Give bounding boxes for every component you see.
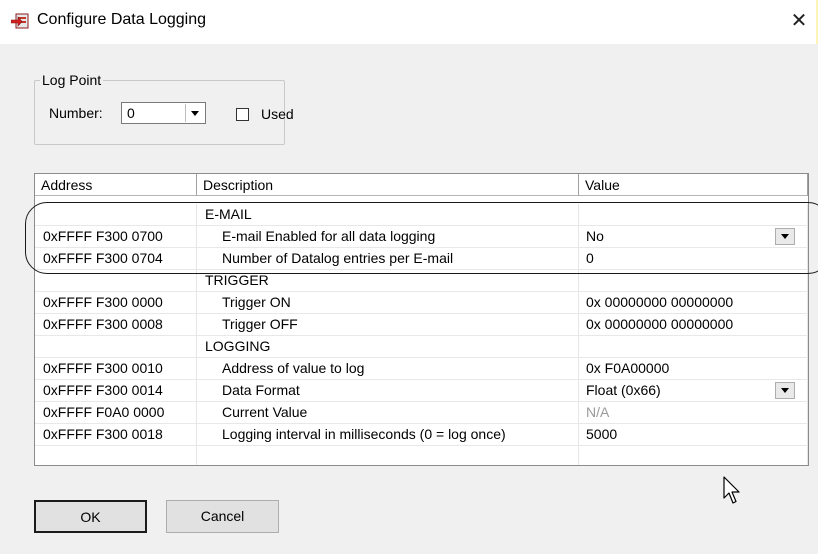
table-row[interactable]: 0xFFFF F300 0014 Data Format Float (0x66… [35, 380, 808, 402]
chevron-down-icon[interactable] [775, 228, 795, 245]
description-cell: Address of value to log [197, 358, 579, 379]
cancel-button[interactable]: Cancel [166, 500, 279, 533]
used-checkbox[interactable] [236, 108, 249, 121]
value-cell[interactable]: 0x F0A00000 [579, 358, 808, 379]
address-cell [35, 446, 197, 465]
section-header: E-MAIL [197, 204, 579, 225]
number-value: 0 [127, 105, 135, 121]
description-cell: Trigger ON [197, 292, 579, 313]
address-cell: 0xFFFF F300 0018 [35, 424, 197, 445]
chevron-down-icon[interactable] [185, 104, 204, 122]
table-row[interactable]: 0xFFFF F0A0 0000 Current Value N/A [35, 402, 808, 424]
description-cell: E-mail Enabled for all data logging [197, 226, 579, 247]
value-cell[interactable]: 0x 00000000 00000000 [579, 314, 808, 335]
table-row[interactable]: 0xFFFF F300 0704 Number of Datalog entri… [35, 248, 808, 270]
data-logging-icon [11, 13, 29, 29]
value-cell [579, 204, 808, 225]
description-cell [197, 446, 579, 465]
window-title: Configure Data Logging [37, 11, 207, 28]
description-cell: Trigger OFF [197, 314, 579, 335]
address-cell: 0xFFFF F300 0000 [35, 292, 197, 313]
address-cell [35, 270, 197, 291]
column-header-address[interactable]: Address [35, 174, 197, 196]
address-cell: 0xFFFF F300 0014 [35, 380, 197, 401]
address-cell: 0xFFFF F300 0010 [35, 358, 197, 379]
description-cell: Data Format [197, 380, 579, 401]
table-row[interactable]: 0xFFFF F300 0700 E-mail Enabled for all … [35, 226, 808, 248]
section-header: LOGGING [197, 336, 579, 357]
table-row[interactable]: 0xFFFF F300 0010 Address of value to log… [35, 358, 808, 380]
value-cell [579, 336, 808, 357]
ok-button[interactable]: OK [34, 500, 147, 533]
mouse-cursor-icon [723, 476, 740, 504]
chevron-down-icon[interactable] [775, 382, 795, 399]
log-point-legend: Log Point [42, 72, 102, 88]
address-cell: 0xFFFF F300 0700 [35, 226, 197, 247]
table-row[interactable]: 0xFFFF F300 0000 Trigger ON 0x 00000000 … [35, 292, 808, 314]
table-row-empty [35, 446, 808, 465]
address-cell: 0xFFFF F300 0704 [35, 248, 197, 269]
log-point-number-select[interactable]: 0 [121, 102, 206, 124]
used-label[interactable]: Used [261, 106, 294, 122]
description-cell: Logging interval in milliseconds (0 = lo… [197, 424, 579, 445]
configure-data-logging-dialog: Configure Data Logging ✕ Log Point Numbe… [0, 0, 818, 554]
value-cell[interactable]: No [579, 226, 808, 247]
value-cell[interactable]: Float (0x66) [579, 380, 808, 401]
value-cell [579, 270, 808, 291]
address-cell [35, 204, 197, 225]
column-header-value[interactable]: Value [579, 174, 808, 196]
number-label: Number: [49, 105, 103, 121]
title-bar: Configure Data Logging ✕ [0, 0, 818, 44]
address-cell: 0xFFFF F0A0 0000 [35, 402, 197, 423]
address-cell [35, 336, 197, 357]
description-cell: Number of Datalog entries per E-mail [197, 248, 579, 269]
value-cell [579, 446, 808, 465]
table-row[interactable]: E-MAIL [35, 204, 808, 226]
value-cell[interactable]: 5000 [579, 424, 808, 445]
table-row[interactable]: 0xFFFF F300 0018 Logging interval in mil… [35, 424, 808, 446]
table-row[interactable]: LOGGING [35, 336, 808, 358]
table-row[interactable]: 0xFFFF F300 0008 Trigger OFF 0x 00000000… [35, 314, 808, 336]
section-header: TRIGGER [197, 270, 579, 291]
value-cell[interactable]: 0x 00000000 00000000 [579, 292, 808, 313]
column-header-description[interactable]: Description [197, 174, 579, 196]
table-row[interactable]: TRIGGER [35, 270, 808, 292]
close-icon[interactable]: ✕ [788, 10, 810, 32]
value-cell: N/A [579, 402, 808, 423]
data-logging-table: Address Description Value E-MAIL 0xFFFF … [34, 173, 809, 466]
value-cell[interactable]: 0 [579, 248, 808, 269]
address-cell: 0xFFFF F300 0008 [35, 314, 197, 335]
description-cell: Current Value [197, 402, 579, 423]
